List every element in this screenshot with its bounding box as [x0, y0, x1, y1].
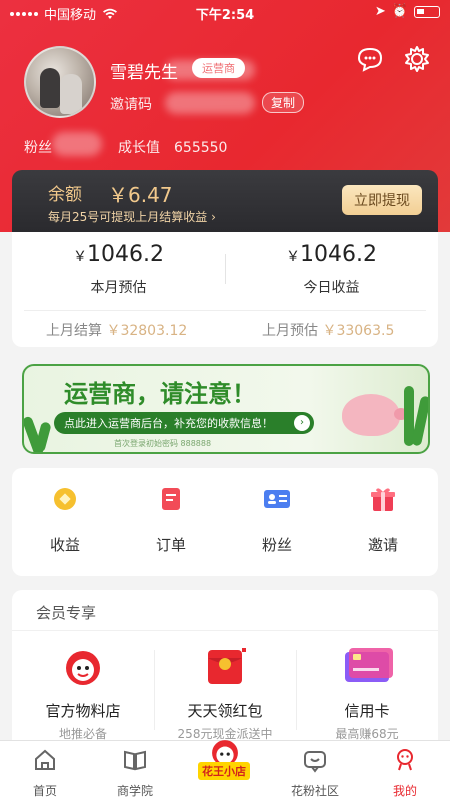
redaction-mark: [165, 92, 255, 114]
coin-icon: [50, 484, 80, 514]
month-estimate[interactable]: ￥1046.2 本月预估: [12, 232, 225, 297]
status-bar: 中国移动 下午2:54 ➤ ⏰: [0, 0, 450, 24]
copy-invite-button[interactable]: 复制: [262, 92, 305, 113]
growth-label: 成长值: [118, 140, 160, 156]
withdraw-button[interactable]: 立即提现: [342, 185, 422, 215]
mascot-icon: [66, 651, 100, 685]
order-icon: [156, 484, 186, 514]
divider: [24, 310, 426, 311]
banner-note: 首次登录初始密码 888888: [114, 439, 212, 448]
today-income[interactable]: ￥1046.2 今日收益: [225, 232, 438, 297]
credit-card-icon: [345, 648, 393, 682]
official-store-item[interactable]: 官方物料店 地推必备: [12, 646, 154, 742]
tab-mine[interactable]: 我的: [360, 747, 450, 799]
book-icon: [124, 750, 146, 771]
profile-icon: [397, 749, 413, 771]
redaction-mark: [52, 132, 102, 156]
fans-label[interactable]: 粉丝: [24, 137, 52, 157]
last-month-settled: 上月结算 ￥32803.12: [46, 323, 188, 339]
contact-card-icon: [262, 484, 292, 514]
banner-title: 运营商，请注意！: [64, 380, 256, 408]
invite-code-label: 邀请码: [110, 97, 152, 113]
balance-bar: 余额 ￥6.47 每月25号可提现上月结算收益 › 立即提现: [12, 170, 438, 232]
location-icon: ➤: [374, 4, 386, 19]
quick-income[interactable]: 收益: [12, 484, 118, 555]
earnings-card: ￥1046.2 本月预估 ￥1046.2 今日收益 上月结算 ￥32803.12…: [12, 232, 438, 347]
banner-cta[interactable]: 点此进入运营商后台，补充您的收款信息！ ›: [54, 412, 314, 434]
quick-orders[interactable]: 订单: [118, 484, 224, 555]
last-month-estimate: 上月预估 ￥33063.5: [262, 323, 395, 339]
gift-icon: [368, 484, 398, 514]
decor-leaf: [34, 421, 52, 452]
tab-community[interactable]: 花粉社区: [270, 747, 360, 799]
piggy-bank-icon: [342, 394, 408, 436]
divider: [12, 630, 438, 631]
operator-notice-banner[interactable]: 运营商，请注意！ 点此进入运营商后台，补充您的收款信息！ › 首次登录初始密码 8…: [22, 364, 430, 454]
shop-tab-label[interactable]: 花王小店: [198, 762, 250, 780]
member-title: 会员专享: [36, 604, 97, 622]
quick-fans[interactable]: 粉丝: [224, 484, 330, 555]
quick-actions: 收益 订单 粉丝 邀请: [12, 468, 438, 576]
avatar[interactable]: [24, 46, 96, 118]
quick-invite[interactable]: 邀请: [330, 484, 436, 555]
growth-number: 655550: [174, 140, 228, 156]
balance-label: 余额: [48, 185, 82, 205]
chevron-right-icon: ›: [211, 210, 216, 224]
credit-card-item[interactable]: 信用卡 最高赚68元: [296, 646, 438, 742]
month-estimate-label: 本月预估: [90, 280, 147, 296]
battery-icon: [414, 5, 440, 18]
balance-note[interactable]: 每月25号可提现上月结算收益 ›: [48, 208, 216, 225]
today-income-value: 1046.2: [300, 242, 377, 267]
alarm-icon: ⏰: [391, 4, 408, 19]
red-packet-item[interactable]: 天天领红包 258元现金派送中: [154, 646, 296, 742]
gear-icon[interactable]: [402, 44, 432, 74]
arrow-right-icon: ›: [294, 415, 310, 431]
month-estimate-value: 1046.2: [87, 242, 164, 267]
community-icon: [304, 751, 326, 773]
tab-business-school[interactable]: 商学院: [90, 747, 180, 799]
tab-home[interactable]: 首页: [0, 747, 90, 799]
growth-value: 成长值 655550: [118, 137, 227, 157]
member-exclusive: 会员专享 官方物料店 地推必备 天天领红包 258元现金派送中 信用卡 最高赚6…: [12, 590, 438, 742]
today-income-label: 今日收益: [303, 280, 360, 296]
balance-value: ￥6.47: [108, 183, 173, 207]
message-icon[interactable]: [355, 44, 385, 74]
home-icon: [35, 749, 55, 770]
redaction-mark: [165, 60, 255, 80]
red-envelope-icon: [208, 648, 246, 684]
